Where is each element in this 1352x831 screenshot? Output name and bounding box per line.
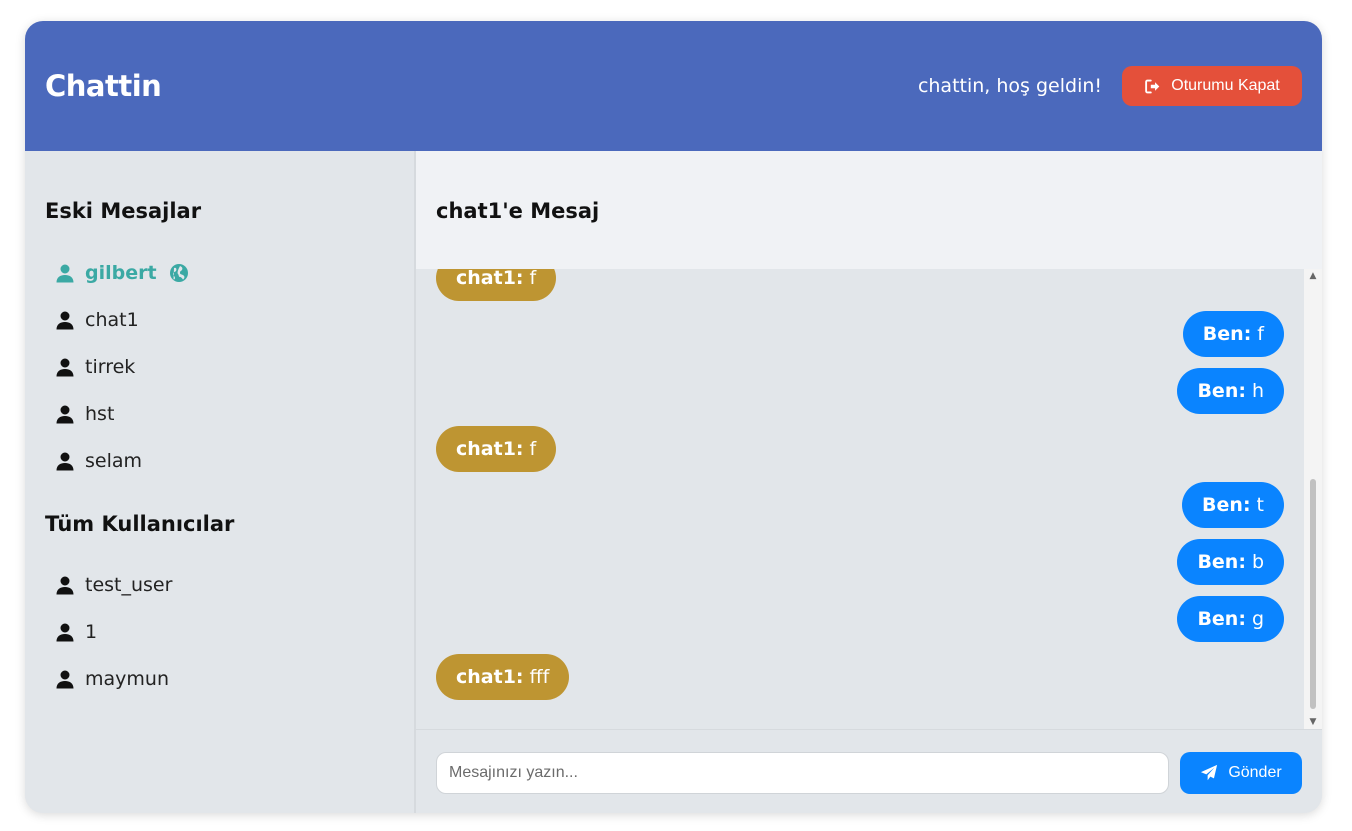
recent-user-hst[interactable]: hst [55, 399, 114, 429]
sign-out-icon [1145, 79, 1160, 93]
message-bubble-received: chat1: f [436, 269, 557, 301]
message-text: h [1251, 380, 1264, 402]
user-name: chat1 [85, 309, 139, 331]
user-icon [56, 358, 74, 377]
user-name: test_user [85, 574, 173, 596]
message-composer: Gönder [416, 729, 1322, 813]
user-name: 1 [85, 621, 98, 643]
user-icon [56, 264, 74, 283]
scroll-down-arrow-icon[interactable]: ▼ [1304, 715, 1322, 729]
message-list[interactable]: chat1: f Ben: f Ben: h chat1: f Ben: t Ben: b … [416, 269, 1322, 729]
message-sender: Ben: [1197, 551, 1246, 573]
user-name: tirrek [85, 356, 136, 378]
user-icon [56, 670, 74, 689]
message-sender: Ben: [1202, 323, 1252, 345]
message-bubble-sent: Ben: b [1177, 539, 1284, 585]
welcome-text: chattin, hoş geldin! [917, 75, 1102, 97]
user-icon [56, 452, 74, 471]
user-icon [56, 405, 74, 424]
user-name: hst [85, 403, 115, 425]
message-bubble-sent: Ben: g [1177, 596, 1284, 642]
message-bubble-sent: Ben: h [1177, 368, 1284, 414]
all-user-maymun[interactable]: maymun [55, 664, 169, 694]
message-sender: Ben: [1202, 494, 1251, 516]
recent-user-gilbert[interactable]: gilbert [55, 258, 189, 288]
message-sender: chat1: [456, 438, 524, 460]
message-text: g [1251, 608, 1264, 630]
all-user-1[interactable]: 1 [55, 617, 97, 647]
message-bubble-received: chat1: f [436, 426, 557, 472]
logout-button[interactable]: Oturumu Kapat [1122, 66, 1302, 106]
message-sender: chat1: [456, 666, 524, 688]
recent-user-tirrek[interactable]: tirrek [55, 352, 135, 382]
recent-user-chat1[interactable]: chat1 [55, 305, 139, 335]
message-bubble-sent: Ben: t [1182, 482, 1284, 528]
all-users-title: Tüm Kullanıcılar [45, 512, 235, 536]
user-icon [56, 311, 74, 330]
chat-title: chat1'e Mesaj [436, 199, 600, 223]
message-bubble-received: chat1: fff [436, 654, 570, 700]
user-icon [56, 576, 74, 595]
user-name: maymun [85, 668, 169, 690]
message-text: t [1256, 494, 1264, 516]
message-bubble-sent: Ben: f [1182, 311, 1284, 357]
scroll-thumb[interactable] [1310, 479, 1316, 709]
send-label: Gönder [1228, 764, 1282, 781]
message-input[interactable] [436, 752, 1169, 794]
globe-icon [169, 264, 188, 282]
message-text: b [1251, 551, 1264, 573]
scroll-up-arrow-icon[interactable]: ▲ [1304, 269, 1322, 283]
user-name: selam [85, 450, 143, 472]
app-title: Chattin [45, 69, 162, 103]
sidebar: Eski Mesajlar gilbert chat1 tirrek hst s… [25, 151, 416, 813]
recent-messages-title: Eski Mesajlar [45, 199, 202, 223]
app-header: Chattin chattin, hoş geldin! Oturumu Kap… [25, 21, 1322, 151]
user-icon [56, 623, 74, 642]
paper-plane-icon [1201, 764, 1218, 781]
user-name: gilbert [85, 262, 157, 284]
message-text: f [529, 438, 537, 460]
message-sender: Ben: [1197, 380, 1246, 402]
message-sender: chat1: [456, 269, 524, 289]
recent-user-selam[interactable]: selam [55, 446, 142, 476]
logout-label: Oturumu Kapat [1171, 77, 1280, 94]
message-text: f [1257, 323, 1264, 345]
send-button[interactable]: Gönder [1180, 752, 1302, 794]
chat-header: chat1'e Mesaj [416, 151, 1322, 269]
message-scrollbar[interactable]: ▲ ▼ [1304, 269, 1322, 729]
message-text: f [529, 269, 537, 289]
message-text: fff [529, 666, 550, 688]
chat-app: Chattin chattin, hoş geldin! Oturumu Kap… [25, 21, 1322, 813]
all-user-test_user[interactable]: test_user [55, 570, 172, 600]
message-sender: Ben: [1197, 608, 1246, 630]
